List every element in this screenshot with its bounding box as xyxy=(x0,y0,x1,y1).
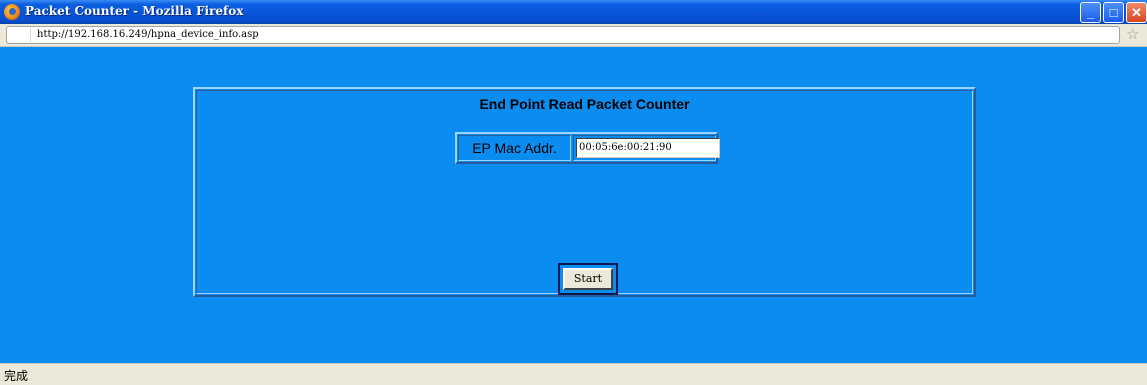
status-text: 完成 xyxy=(4,369,29,383)
minimize-icon: _ xyxy=(1086,5,1095,20)
address-bar: http://192.168.16.249/hpna_device_info.a… xyxy=(0,24,1147,47)
page-title: End Point Read Packet Counter xyxy=(479,96,690,112)
mac-address-table: EP Mac Addr. 00:05:6e:00:21:90 xyxy=(455,132,720,164)
page-favicon-icon xyxy=(9,28,31,42)
maximize-button[interactable]: □ xyxy=(1103,2,1124,23)
url-text[interactable]: http://192.168.16.249/hpna_device_info.a… xyxy=(37,29,259,40)
close-button[interactable]: ✕ xyxy=(1126,2,1147,23)
url-field[interactable]: http://192.168.16.249/hpna_device_info.a… xyxy=(6,26,1120,44)
firefox-icon xyxy=(4,4,20,20)
star-icon[interactable]: ☆ xyxy=(1126,26,1139,44)
panel-inner-border: End Point Read Packet Counter EP Mac Add… xyxy=(196,90,973,295)
page-content: End Point Read Packet Counter EP Mac Add… xyxy=(0,47,1147,363)
mac-address-label: EP Mac Addr. xyxy=(458,135,571,161)
mac-address-cell: 00:05:6e:00:21:90 xyxy=(573,135,720,161)
packet-counter-panel: End Point Read Packet Counter EP Mac Add… xyxy=(193,87,976,297)
mac-address-input[interactable]: 00:05:6e:00:21:90 xyxy=(576,138,720,158)
start-button-frame: Start xyxy=(558,263,618,295)
close-icon: ✕ xyxy=(1131,5,1142,20)
maximize-icon: □ xyxy=(1109,5,1118,20)
start-button[interactable]: Start xyxy=(563,268,613,290)
window-title: Packet Counter - Mozilla Firefox xyxy=(25,4,244,18)
minimize-button[interactable]: _ xyxy=(1080,2,1101,23)
status-bar: 完成 xyxy=(0,363,1147,385)
window-titlebar: Packet Counter - Mozilla Firefox _ □ ✕ xyxy=(0,0,1147,24)
